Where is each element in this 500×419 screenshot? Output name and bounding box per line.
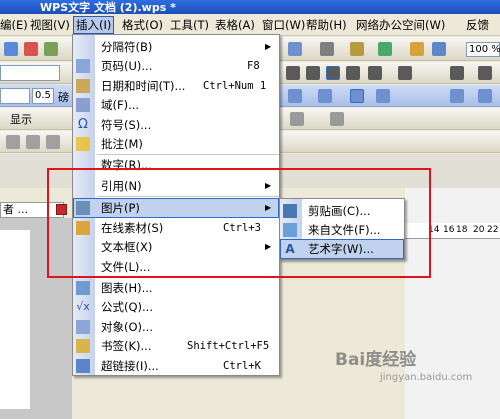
line-spacing-icon[interactable]	[368, 66, 382, 80]
menu-window[interactable]: 窗口(W)	[262, 17, 305, 33]
print-icon[interactable]	[44, 42, 58, 56]
outdent-icon[interactable]	[478, 66, 492, 80]
line-width-field[interactable]: 0.5	[32, 88, 54, 104]
pdf-icon[interactable]	[24, 42, 38, 56]
menu-item-label: 分隔符(B)	[101, 40, 153, 54]
submenu-arrow-icon: ▶	[265, 42, 272, 51]
color-icon[interactable]	[478, 89, 492, 103]
align-center-icon[interactable]	[306, 66, 320, 80]
menu-item-label: 批注(M)	[101, 137, 143, 151]
shape-tool-icon[interactable]	[46, 135, 60, 149]
menu-item-label: 书签(K)...	[101, 339, 152, 353]
menu-network-office[interactable]: 网络办公空间(W)	[356, 17, 445, 33]
menu-item-shortcut: Ctrl+Num 1	[203, 80, 267, 92]
menu-item-label: 符号(S)...	[101, 118, 152, 132]
line-tool-icon[interactable]	[26, 135, 40, 149]
menu-item-label: 图表(H)...	[101, 281, 153, 295]
menu-item-page-number[interactable]: 页码(U)... F8	[73, 56, 279, 76]
menu-format[interactable]: 格式(O)	[122, 17, 163, 33]
menu-view[interactable]: 视图(V)	[30, 17, 70, 33]
line-style-dropdown[interactable]	[0, 88, 30, 104]
menu-item-object[interactable]: 对象(O)...	[73, 317, 279, 337]
menu-item-chart[interactable]: 图表(H)...	[73, 278, 279, 298]
menu-item-label: 日期和时间(T)...	[101, 79, 186, 93]
ruler-tick: 22	[487, 225, 499, 235]
chart-icon	[76, 281, 90, 295]
menu-item-date-time[interactable]: 日期和时间(T)... Ctrl+Num 1	[73, 76, 279, 96]
watermark-brand: Bai度经验	[335, 350, 417, 370]
zoom-field[interactable]: 100 %	[466, 42, 500, 57]
display-button[interactable]: 显示	[10, 111, 32, 127]
bullets-icon[interactable]	[398, 66, 412, 80]
format-painter-icon[interactable]	[410, 42, 424, 56]
shading-icon[interactable]	[450, 89, 464, 103]
open-icon[interactable]	[4, 42, 18, 56]
font-name-field[interactable]	[0, 65, 60, 81]
document-page[interactable]	[0, 230, 30, 409]
align-justify-icon[interactable]	[326, 66, 340, 80]
menu-item-hyperlink[interactable]: 超链接(I)... Ctrl+K	[73, 356, 279, 376]
formula-icon[interactable]	[320, 42, 334, 56]
cell-icon[interactable]	[318, 89, 332, 103]
window-title: WPS文字 文档 (2).wps *	[40, 1, 176, 14]
menu-bar: 编(E) 视图(V) 插入(I) 格式(O) 工具(T) 表格(A) 窗口(W)…	[0, 14, 500, 36]
zoom-icon[interactable]	[432, 42, 446, 56]
merge-icon[interactable]	[350, 89, 364, 103]
omega-icon: Ω	[78, 117, 88, 132]
menu-item-shortcut: F8	[247, 60, 260, 72]
align-right-icon[interactable]	[346, 66, 360, 80]
cursor-icon[interactable]	[6, 135, 20, 149]
ruler-tick: 18	[456, 225, 468, 235]
border-icon[interactable]	[288, 89, 302, 103]
align-left-icon[interactable]	[286, 66, 300, 80]
split-icon[interactable]	[376, 89, 390, 103]
table-icon[interactable]	[288, 42, 302, 56]
menu-feedback[interactable]: 反馈	[466, 17, 489, 33]
indent-icon[interactable]	[450, 66, 464, 80]
menu-item-label: 页码(U)...	[101, 59, 153, 73]
title-bar: WPS文字 文档 (2).wps *	[0, 0, 500, 14]
menu-item-bookmark[interactable]: 书签(K)... Shift+Ctrl+F5	[73, 336, 279, 356]
hyperlink-icon	[76, 359, 90, 373]
watermark-url: jingyan.baidu.com	[380, 372, 473, 383]
menu-item-label: 超链接(I)...	[101, 359, 159, 373]
menu-item-shortcut: Ctrl+K	[223, 360, 261, 372]
line-width-unit: 磅	[58, 91, 69, 104]
outline-down-icon[interactable]	[330, 112, 344, 126]
object-icon	[76, 320, 90, 334]
menu-item-formula[interactable]: √x 公式(Q)...	[73, 297, 279, 317]
menu-help[interactable]: 帮助(H)	[306, 17, 347, 33]
menu-item-comment[interactable]: 批注(M)	[73, 134, 279, 154]
insert-image-icon[interactable]	[350, 42, 364, 56]
ruler-tick: 20	[473, 225, 485, 235]
comment-icon	[76, 137, 90, 151]
menu-item-field[interactable]: 域(F)...	[73, 95, 279, 115]
annotation-highlight-box	[47, 168, 431, 278]
menu-tools[interactable]: 工具(T)	[170, 17, 209, 33]
menu-item-separator[interactable]: 分隔符(B) ▶	[73, 37, 279, 57]
menu-item-symbol[interactable]: Ω 符号(S)...	[73, 115, 279, 135]
menu-item-label: 对象(O)...	[101, 320, 153, 334]
menu-item-shortcut: Shift+Ctrl+F5	[187, 340, 270, 352]
menu-insert[interactable]: 插入(I)	[73, 16, 115, 34]
formula-icon: √x	[76, 300, 90, 313]
menu-edit[interactable]: 编(E)	[0, 17, 28, 33]
outline-up-icon[interactable]	[290, 112, 304, 126]
menu-item-label: 域(F)...	[101, 98, 140, 112]
bookmark-icon	[76, 339, 90, 353]
calendar-icon	[76, 79, 90, 93]
ruler-tick: 16	[443, 225, 455, 235]
menu-item-label: 公式(Q)...	[101, 300, 153, 314]
page-number-icon	[76, 59, 90, 73]
drawing-icon[interactable]	[378, 42, 392, 56]
field-icon	[76, 98, 90, 112]
menu-table[interactable]: 表格(A)	[215, 17, 255, 33]
